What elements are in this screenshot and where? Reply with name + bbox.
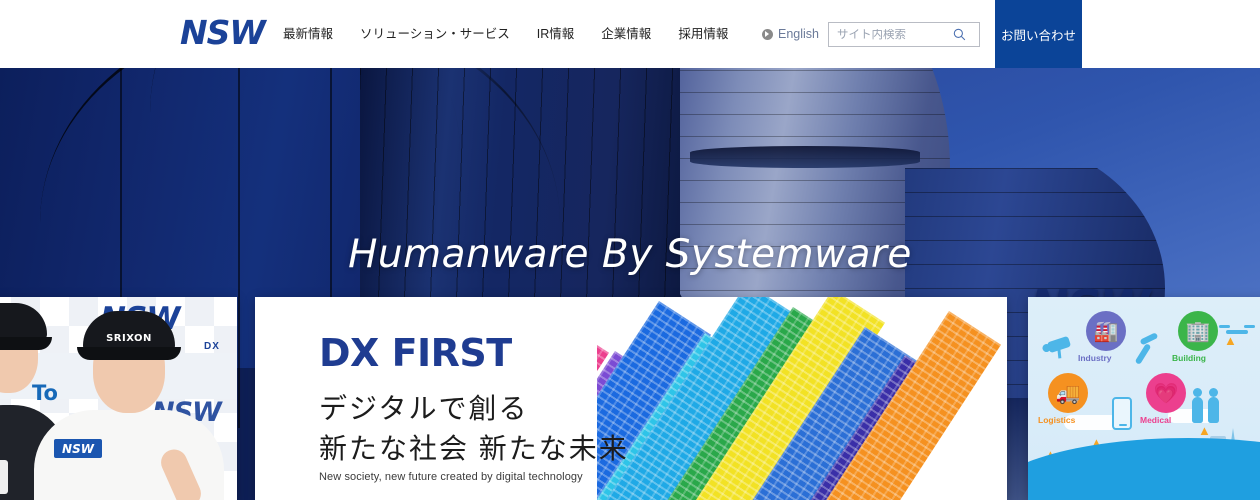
badge-medical: 💗 [1146, 373, 1186, 413]
dx-line-2: 新たな社会 新たな未来 [319, 433, 629, 464]
wifi-icon-5: ▲ [1224, 333, 1237, 348]
carousel-slide-iot[interactable]: ▲ ▲ ▲ ▲ ▲ 🏭 Industry 🏢 Building 🚚 Logist… [1028, 297, 1260, 500]
nav-solutions-services[interactable]: ソリューション・サービス [360, 26, 510, 42]
badge-building: 🏢 [1178, 311, 1218, 351]
page-root: NSW Humanware By Systemware NSW 最新情報 ソリュ… [0, 0, 1260, 500]
badge-industry: 🏭 [1086, 311, 1126, 351]
main-navigation: 最新情報 ソリューション・サービス IR情報 企業情報 採用情報 [283, 26, 728, 42]
language-switcher[interactable]: English [762, 27, 819, 41]
person-icon-1 [1192, 388, 1203, 423]
smartphone-icon [1112, 397, 1132, 430]
hero-tagline: Humanware By Systemware [348, 232, 912, 277]
golfer-person-right: SRIXON NSW [34, 297, 224, 500]
carousel-slide-dx-first[interactable]: DX FIRST デジタルで創る 新たな社会 新たな未来 New society… [255, 297, 1007, 500]
golfer-sponsor-tag: JUN & ROPE [0, 460, 8, 494]
carousel-slide-golf[interactable]: NSW DX DX To NSW JUN & ROPE [0, 297, 237, 500]
person-icon-2 [1208, 388, 1219, 423]
site-search[interactable] [828, 22, 980, 47]
badge-label-logistics: Logistics [1038, 415, 1076, 425]
badge-logistics: 🚚 [1048, 373, 1088, 413]
chest-logo: NSW [54, 439, 102, 458]
language-label: English [778, 27, 819, 41]
hero-carousel: NSW DX DX To NSW JUN & ROPE [0, 297, 1260, 500]
badge-label-medical: Medical [1140, 415, 1172, 425]
dx-stripe-graphic [597, 297, 1007, 500]
globe-icon [762, 28, 773, 40]
cap-brand-text: SRIXON [106, 333, 152, 344]
nav-latest-info[interactable]: 最新情報 [283, 26, 333, 42]
badge-label-industry: Industry [1078, 353, 1112, 363]
nav-company-info[interactable]: 企業情報 [601, 26, 651, 42]
contact-button[interactable]: お問い合わせ [995, 0, 1082, 68]
site-header: NSW 最新情報 ソリューション・サービス IR情報 企業情報 採用情報 Eng… [0, 0, 1260, 68]
hero-window-strip [690, 146, 920, 168]
nav-recruit-info[interactable]: 採用情報 [678, 26, 728, 42]
nav-ir-info[interactable]: IR情報 [537, 26, 575, 42]
search-input[interactable] [829, 28, 947, 41]
search-icon[interactable] [947, 28, 971, 41]
dx-line-1: デジタルで創る [319, 393, 529, 424]
dx-subtitle: New society, new future created by digit… [319, 471, 583, 483]
nsw-logo[interactable]: NSW [180, 16, 266, 49]
badge-label-building: Building [1172, 353, 1206, 363]
wifi-icon-4: ▲ [1198, 423, 1211, 438]
dx-title: DX FIRST [319, 331, 512, 375]
